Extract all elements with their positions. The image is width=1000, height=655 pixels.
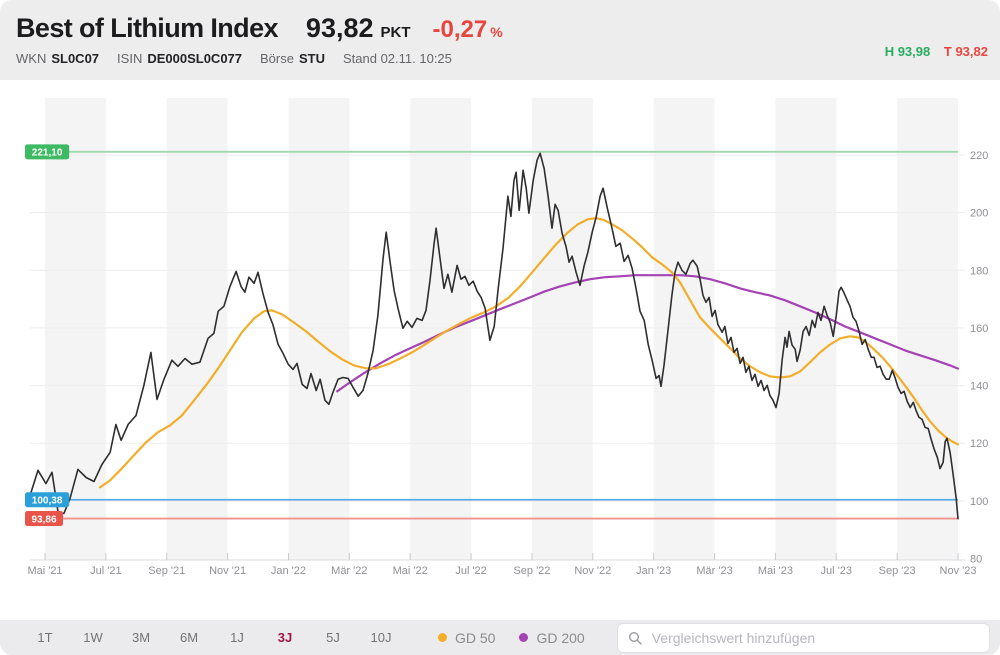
legend-label: GD 50 xyxy=(455,630,495,646)
wkn-value: SL0C07 xyxy=(51,51,99,66)
percent-sign: % xyxy=(490,24,502,40)
period-button-1w[interactable]: 1W xyxy=(78,630,108,645)
y-tick-label: 100 xyxy=(970,496,988,508)
y-tick-label: 80 xyxy=(970,554,982,566)
quote-chart-widget: Best of Lithium Index 93,82 PKT -0,27 % … xyxy=(0,0,1000,655)
isin-label: ISIN xyxy=(117,51,142,66)
month-stripe xyxy=(654,98,715,560)
level-badge-label: 221,10 xyxy=(32,148,63,159)
x-tick-label: Jan '22 xyxy=(271,565,306,577)
search-icon xyxy=(628,631,642,645)
month-stripe xyxy=(288,98,349,560)
high-label: H xyxy=(885,44,894,59)
chart-canvas[interactable]: Mai '21 Jul '21 Sep '21 Nov '21 Jan '22 Mär '… xyxy=(0,80,1000,620)
compare-search xyxy=(617,623,990,653)
price-chart[interactable]: Mai '21 Jul '21 Sep '21 Nov '21 Jan '22 Mär '… xyxy=(0,80,1000,620)
month-stripe xyxy=(410,98,471,560)
x-tick-label: Jul '22 xyxy=(455,565,486,577)
x-tick-label: Mär '23 xyxy=(696,565,732,577)
x-tick-label: Nov '22 xyxy=(574,565,611,577)
low-value: 93,82 xyxy=(955,44,988,59)
month-stripe xyxy=(775,98,836,560)
month-stripe xyxy=(897,98,958,560)
y-tick-label: 180 xyxy=(970,265,988,277)
chart-toolbar: 1T 1W 3M 6M 1J 3J 5J 10J GD 50 GD 200 xyxy=(0,620,1000,655)
x-tick-label: Sep '22 xyxy=(513,565,550,577)
x-tick-label: Mär '22 xyxy=(331,565,367,577)
price-unit: PKT xyxy=(381,24,411,41)
month-stripe xyxy=(532,98,593,560)
header: Best of Lithium Index 93,82 PKT -0,27 % … xyxy=(0,0,1000,80)
period-button-3m[interactable]: 3M xyxy=(126,630,156,645)
period-button-5j[interactable]: 5J xyxy=(318,630,348,645)
month-stripe xyxy=(167,98,228,560)
instrument-title: Best of Lithium Index xyxy=(16,13,278,44)
period-button-10j[interactable]: 10J xyxy=(366,630,396,645)
period-button-6m[interactable]: 6M xyxy=(174,630,204,645)
legend-dot xyxy=(438,633,447,642)
legend-item-gd50[interactable]: GD 50 xyxy=(438,630,495,646)
level-badge-label: 93,86 xyxy=(31,514,56,525)
y-tick-label: 160 xyxy=(970,323,988,335)
x-tick-label: Sep '23 xyxy=(879,565,916,577)
period-button-3j[interactable]: 3J xyxy=(270,630,300,645)
wkn-label: WKN xyxy=(16,51,46,66)
y-tick-label: 140 xyxy=(970,381,988,393)
x-tick-label: Mai '22 xyxy=(393,565,428,577)
chart-legend: GD 50 GD 200 xyxy=(414,630,585,646)
x-tick-label: Sep '21 xyxy=(148,565,185,577)
level-badge-label: 100,38 xyxy=(32,496,63,507)
current-price: 93,82 xyxy=(306,13,374,44)
high-value: 93,98 xyxy=(898,44,931,59)
x-tick-label: Mai '21 xyxy=(27,565,62,577)
y-tick-label: 200 xyxy=(970,208,988,220)
low-label: T xyxy=(944,44,952,59)
legend-item-gd200[interactable]: GD 200 xyxy=(519,630,584,646)
instrument-meta: WKN SL0C07 ISIN DE000SL0C077 Börse STU Stan… xyxy=(16,51,984,66)
x-tick-label: Mai '23 xyxy=(758,565,793,577)
period-button-1t[interactable]: 1T xyxy=(30,630,60,645)
quote-timestamp: Stand 02.11. 10:25 xyxy=(343,51,452,66)
y-tick-label: 220 xyxy=(970,150,988,162)
x-tick-label: Jul '21 xyxy=(90,565,121,577)
legend-dot xyxy=(519,633,528,642)
high-low: H 93,98 T 93,82 xyxy=(885,44,988,59)
x-tick-label: Nov '21 xyxy=(209,565,246,577)
legend-label: GD 200 xyxy=(536,630,584,646)
period-buttons: 1T 1W 3M 6M 1J 3J 5J 10J xyxy=(30,630,414,645)
period-button-1j[interactable]: 1J xyxy=(222,630,252,645)
x-tick-label: Jul '23 xyxy=(821,565,852,577)
y-tick-label: 120 xyxy=(970,438,988,450)
exchange-value: STU xyxy=(299,51,325,66)
change-percent: -0,27 xyxy=(433,16,488,44)
compare-search-input[interactable] xyxy=(650,629,979,647)
exchange-label: Börse xyxy=(260,51,294,66)
x-tick-label: Nov '23 xyxy=(940,565,977,577)
x-tick-label: Jan '23 xyxy=(636,565,671,577)
isin-value: DE000SL0C077 xyxy=(147,51,242,66)
